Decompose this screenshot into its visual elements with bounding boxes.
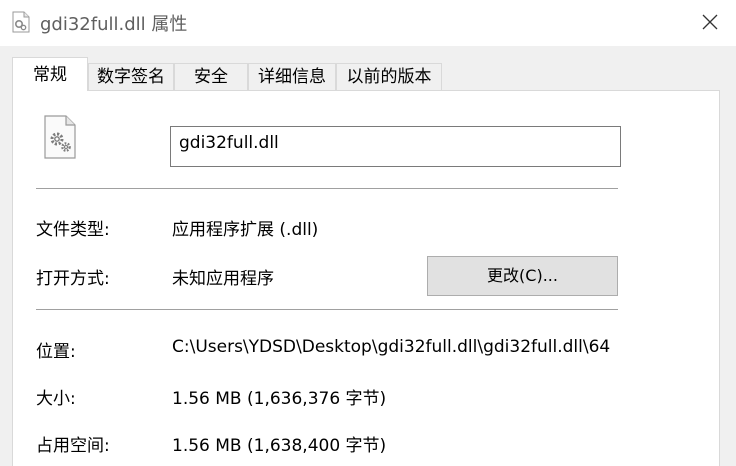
tab-previous-versions[interactable]: 以前的版本: [336, 63, 442, 90]
file-type-value: 应用程序扩展 (.dll): [172, 220, 319, 240]
tab-details[interactable]: 详细信息: [248, 63, 336, 90]
opens-with-value: 未知应用程序: [172, 269, 274, 289]
location-label: 位置:: [36, 342, 76, 362]
divider: [36, 309, 618, 310]
close-button[interactable]: [684, 0, 736, 44]
divider: [36, 188, 618, 189]
location-value: C:\Users\YDSD\Desktop\gdi32full.dll\gdi3…: [172, 337, 611, 357]
tab-digital-signatures[interactable]: 数字签名: [88, 63, 174, 90]
file-type-label: 文件类型:: [36, 220, 110, 240]
change-button[interactable]: 更改(C)...: [427, 256, 618, 296]
tab-security[interactable]: 安全: [174, 63, 248, 90]
window-title: gdi32full.dll 属性: [40, 14, 188, 35]
title-bar[interactable]: gdi32full.dll 属性: [0, 0, 736, 46]
tab-general[interactable]: 常规: [12, 57, 88, 91]
size-label: 大小:: [36, 389, 76, 409]
opens-with-label: 打开方式:: [36, 269, 110, 289]
file-name-input[interactable]: gdi32full.dll: [170, 126, 621, 167]
gear-file-icon: [44, 115, 76, 159]
size-on-disk-label: 占用空间:: [36, 436, 110, 456]
dll-file-icon: [12, 11, 30, 33]
size-value: 1.56 MB (1,636,376 字节): [172, 389, 387, 409]
properties-window: gdi32full.dll 属性 常规 数字签名 安全 详细信息 以前的版本 g…: [0, 0, 736, 466]
size-on-disk-value: 1.56 MB (1,638,400 字节): [172, 436, 387, 456]
close-icon: [702, 14, 718, 30]
